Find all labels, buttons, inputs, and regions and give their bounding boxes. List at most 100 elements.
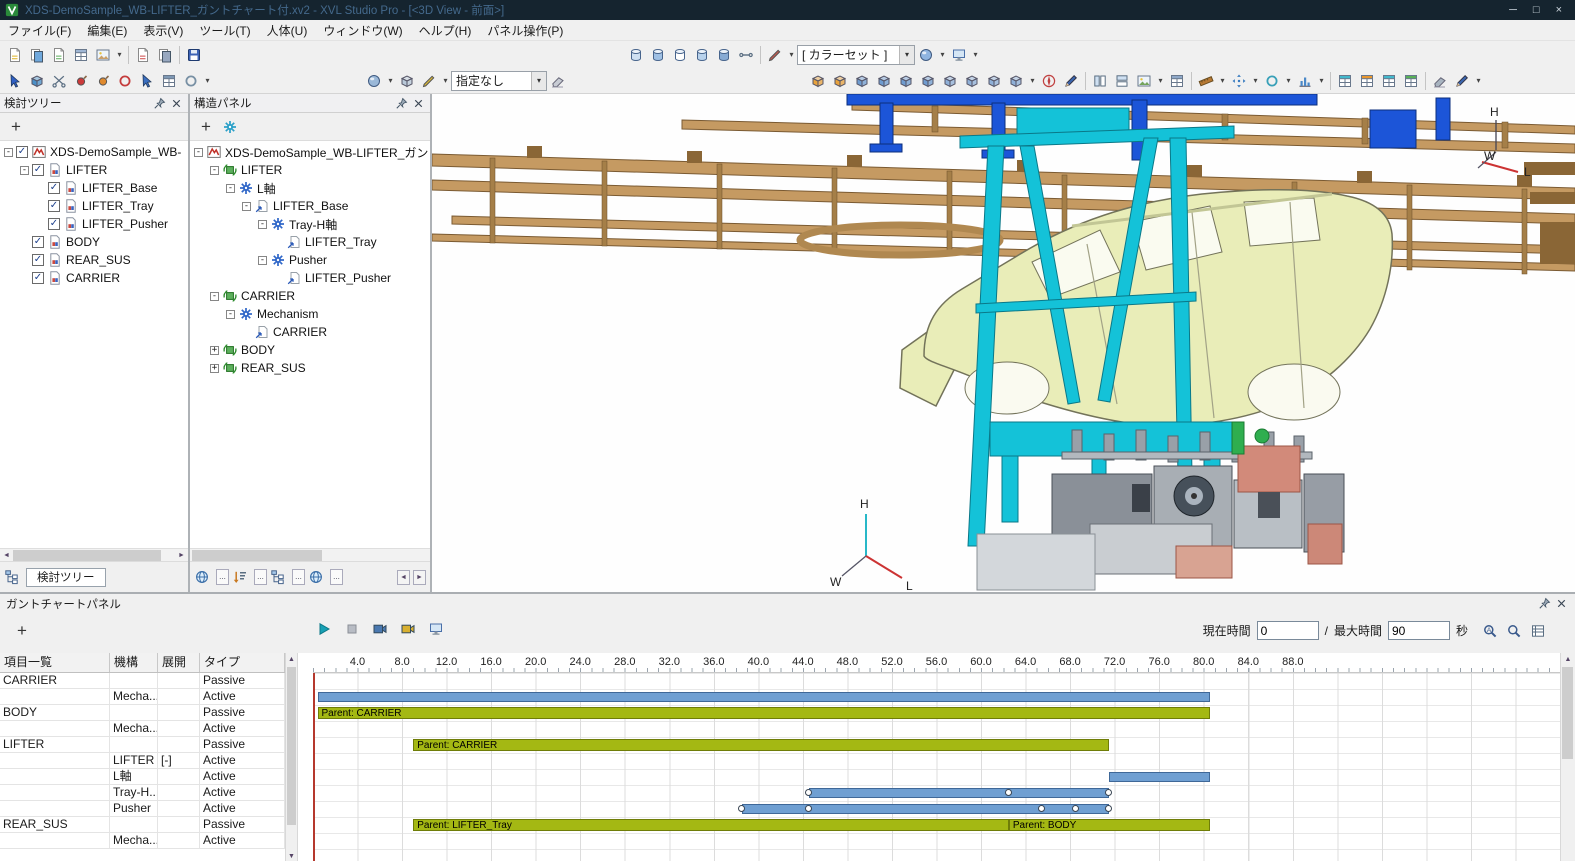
expand-icon[interactable]: + [210, 346, 219, 355]
save-animation-button[interactable] [400, 621, 416, 637]
column-header-1[interactable]: 機構 [110, 653, 158, 672]
close-icon[interactable] [411, 96, 426, 111]
tree-item-rear_sus[interactable]: ✓REAR_SUS [0, 251, 188, 269]
scroll-up-icon[interactable]: ▲ [1561, 653, 1575, 666]
checkbox[interactable]: ✓ [48, 200, 60, 212]
rect-select-button[interactable] [158, 70, 180, 92]
material-sphere-button[interactable] [915, 44, 937, 66]
smooth-shade-button[interactable] [363, 70, 385, 92]
pin-icon[interactable] [152, 96, 167, 111]
measure-route-button[interactable] [1195, 70, 1217, 92]
pin-icon[interactable] [394, 96, 409, 111]
checkbox[interactable]: ✓ [32, 164, 44, 176]
tree-layout-more-button[interactable]: ... [292, 569, 305, 585]
outline-view-button[interactable] [396, 70, 418, 92]
grid-settings-button[interactable] [1166, 70, 1188, 92]
scroll-thumb[interactable] [192, 550, 322, 561]
structure-settings-gear-icon[interactable] [222, 119, 238, 135]
colorset-combo[interactable]: [ カラーセット ]▾ [797, 45, 915, 65]
gantt-bar[interactable] [1109, 772, 1210, 782]
cut-section-button[interactable] [48, 70, 70, 92]
view-iso-3-button[interactable] [983, 70, 1005, 92]
gantt-bar[interactable] [318, 692, 1211, 702]
fill-bucket-button[interactable] [418, 70, 440, 92]
circle-menu-dropdown[interactable]: ▾ [1283, 70, 1294, 92]
multi-view-menu-dropdown[interactable]: ▾ [1155, 70, 1166, 92]
tree-item-carrier[interactable]: CARRIER [190, 323, 430, 341]
gantt-marker[interactable] [738, 805, 745, 812]
gantt-menu-dropdown[interactable]: ▾ [1316, 70, 1327, 92]
gantt-bar[interactable]: Parent: CARRIER [413, 739, 1109, 751]
gantt-marker[interactable] [805, 805, 812, 812]
paint-brush-button[interactable] [764, 44, 786, 66]
section-cylinder-5-button[interactable] [713, 44, 735, 66]
tree-item-carrier[interactable]: ✓CARRIER [0, 269, 188, 287]
gantt-bar[interactable]: Parent: CARRIER [318, 707, 1211, 719]
close-icon[interactable] [169, 96, 184, 111]
gantt-marker[interactable] [1105, 805, 1112, 812]
view-front-button[interactable] [807, 70, 829, 92]
table-green-button[interactable] [1400, 70, 1422, 92]
chevron-down-icon[interactable]: ▾ [531, 72, 546, 90]
annotation-page-button[interactable] [132, 44, 154, 66]
menu-panel[interactable]: パネル操作(P) [479, 20, 571, 41]
annotate-pencil-button[interactable] [1060, 70, 1082, 92]
select-arrow-button[interactable] [4, 70, 26, 92]
chevron-down-icon[interactable]: ▾ [899, 46, 914, 64]
paint-red-button[interactable] [70, 70, 92, 92]
column-header-3[interactable]: タイプ [200, 653, 285, 672]
scroll-up-icon[interactable]: ▲ [286, 653, 297, 666]
menu-file[interactable]: ファイル(F) [0, 20, 79, 41]
sort-order-icon[interactable] [232, 569, 248, 585]
compare-pages-button[interactable] [154, 44, 176, 66]
paint-menu-dropdown[interactable]: ▾ [786, 44, 797, 66]
view-iso-2-button[interactable] [961, 70, 983, 92]
view-menu-dropdown[interactable]: ▾ [1027, 70, 1038, 92]
snapshot-page-button[interactable] [4, 44, 26, 66]
export-animation-button[interactable] [372, 621, 388, 637]
column-header-2[interactable]: 展開 [158, 653, 200, 672]
tree-item-lifter_tray[interactable]: LIFTER_Tray [190, 233, 430, 251]
collapse-icon[interactable]: - [210, 292, 219, 301]
scroll-thumb[interactable] [287, 667, 296, 825]
section-cylinder-4-button[interactable] [691, 44, 713, 66]
tree-item-carrier[interactable]: -CARRIER [190, 287, 430, 305]
tree-item-lifter_pusher[interactable]: ✓LIFTER_Pusher [0, 215, 188, 233]
structure-horizontal-scrollbar[interactable] [190, 548, 430, 561]
collapse-icon[interactable]: - [258, 256, 267, 265]
menu-edit[interactable]: 編集(E) [79, 20, 135, 41]
tree-item-mechanism[interactable]: -Mechanism [190, 305, 430, 323]
schematic-view-icon[interactable] [308, 569, 324, 585]
edit-pencil-button[interactable] [1451, 70, 1473, 92]
move-menu-dropdown[interactable]: ▾ [1250, 70, 1261, 92]
circle-tool-button[interactable] [1261, 70, 1283, 92]
play-button[interactable] [316, 621, 332, 637]
record-circle-button[interactable] [114, 70, 136, 92]
tree-item-body[interactable]: ✓BODY [0, 233, 188, 251]
menu-help[interactable]: ヘルプ(H) [411, 20, 480, 41]
schematic-view-more-button[interactable]: ... [330, 569, 343, 585]
table-cyan-1-button[interactable] [1334, 70, 1356, 92]
add-gantt-item-button[interactable]: + [12, 621, 32, 641]
collapse-icon[interactable]: - [210, 166, 219, 175]
page-next-button[interactable]: ► [413, 570, 426, 585]
gantt-bar[interactable]: Parent: LIFTER_Tray [413, 819, 1009, 831]
view-top-button[interactable] [895, 70, 917, 92]
gantt-marker[interactable] [1072, 805, 1079, 812]
filter-combo[interactable]: 指定なし▾ [451, 71, 547, 91]
expand-icon[interactable]: + [210, 364, 219, 373]
gantt-chart-scrollbar[interactable]: ▲ [1560, 653, 1575, 861]
select-menu-dropdown[interactable]: ▾ [202, 70, 213, 92]
tree-item-tray-h-[interactable]: -Tray-H軸 [190, 215, 430, 233]
checkbox[interactable]: ✓ [48, 218, 60, 230]
section-cylinder-3-button[interactable] [669, 44, 691, 66]
scroll-thumb[interactable] [13, 550, 161, 561]
tree-item-body[interactable]: +BODY [190, 341, 430, 359]
view-back-button[interactable] [829, 70, 851, 92]
close-button[interactable]: × [1556, 4, 1562, 16]
paint-orange-button[interactable] [92, 70, 114, 92]
display-set-more-button[interactable]: ... [216, 569, 229, 585]
collapse-icon[interactable]: - [226, 310, 235, 319]
scroll-thumb[interactable] [1562, 667, 1573, 759]
3d-viewport[interactable]: H W L H W L [432, 94, 1575, 592]
